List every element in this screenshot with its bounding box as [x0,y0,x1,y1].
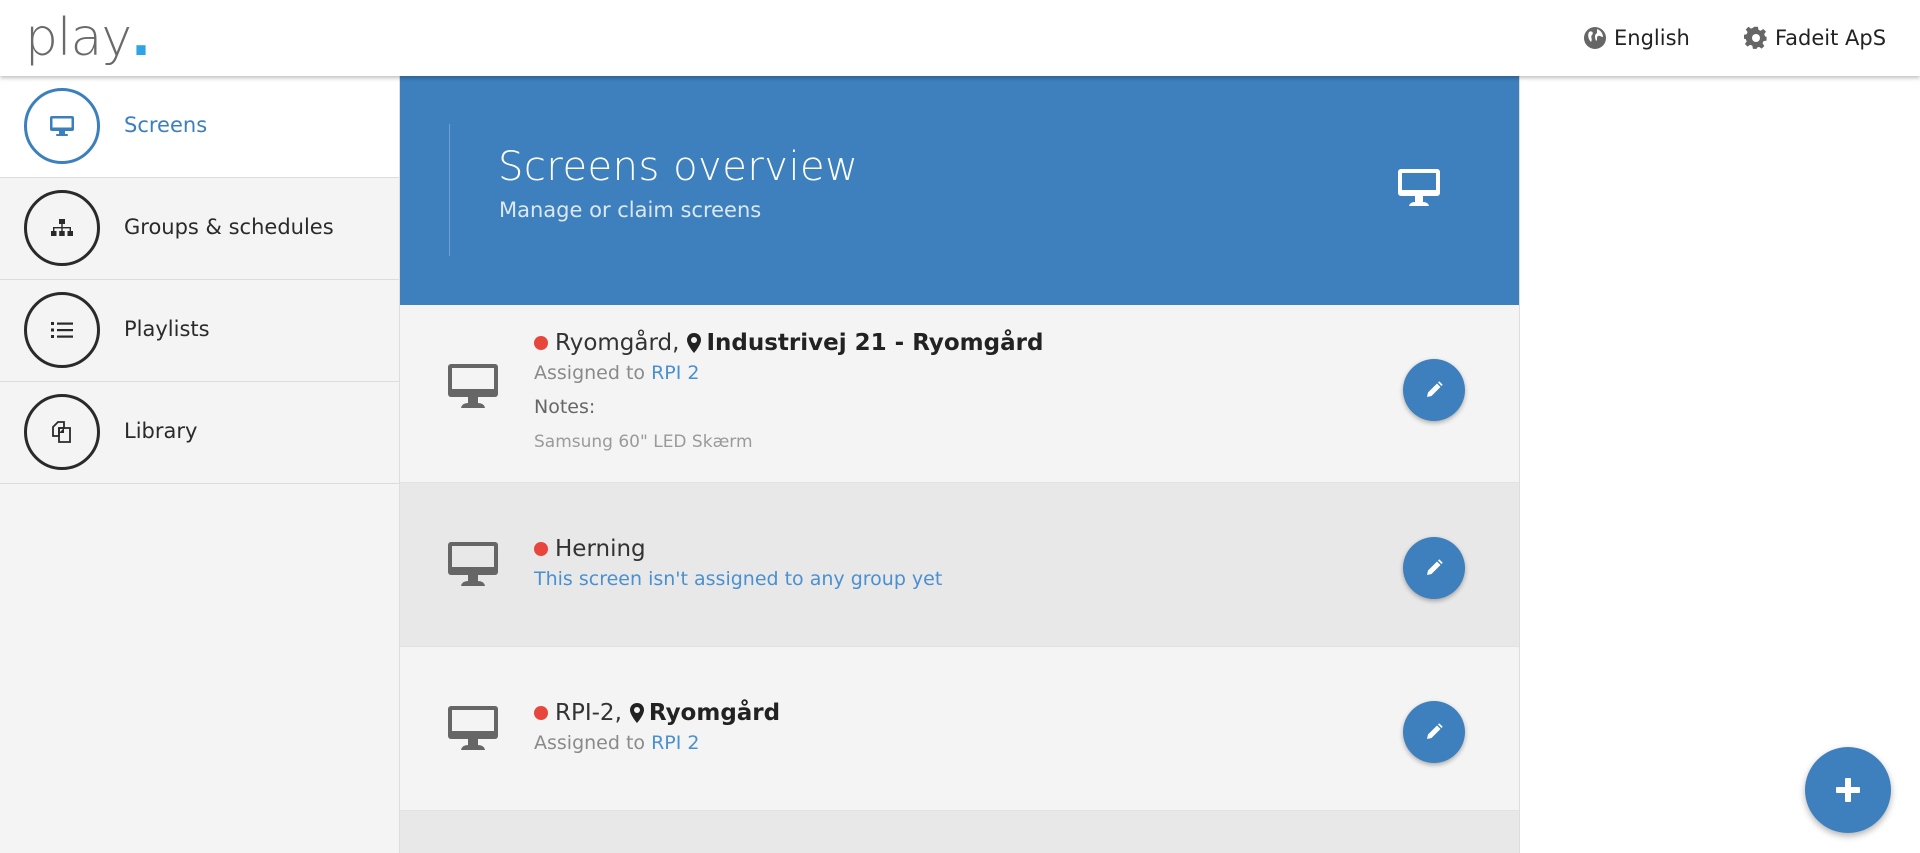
sidebar-icon-circle [24,394,100,470]
sidebar-item-label: Library [124,419,198,443]
assigned-prefix: Assigned to [534,362,646,384]
status-dot [534,706,548,720]
sidebar-item-library[interactable]: Library [0,382,399,484]
page-header: Screens overview Manage or claim screens [400,76,1519,305]
account-label: Fadeit ApS [1775,26,1887,50]
screen-row[interactable]: Herning This screen isn't assigned to an… [400,483,1519,647]
logo[interactable]: play. [25,8,151,68]
edit-screen-button[interactable] [1403,359,1465,421]
group-link[interactable]: RPI 2 [651,362,699,384]
assignment-info: Assigned to RPI 2 [534,362,1043,388]
screen-location: Ryomgård [648,700,781,726]
pencil-icon [1427,723,1443,739]
pencil-icon [1427,559,1443,575]
sidebar-icon-circle [24,88,100,164]
screen-name: Ryomgård, [555,330,680,356]
screen-details: Herning This screen isn't assigned to an… [534,533,942,590]
monitor-icon [1398,169,1440,206]
logo-text: play [25,8,132,68]
sidebar-item-label: Screens [124,113,208,137]
screen-location: Industrivej 21 - Ryomgård [706,330,1044,356]
sidebar-icon-circle [24,292,100,368]
page-subtitle: Manage or claim screens [499,198,762,222]
assignment-info: Assigned to RPI 2 [534,732,780,758]
pencil-icon [1427,381,1443,397]
monitor-icon [448,706,498,750]
screen-title: RPI-2, Ryomgård [534,697,780,729]
language-selector[interactable]: English [1583,24,1690,52]
map-marker-icon [629,703,644,723]
screen-row[interactable]: RPI-2, Ryomgård Assigned to RPI 2 [400,647,1519,811]
status-dot [534,542,548,556]
sidebar-item-screens[interactable]: Screens [0,76,399,178]
screen-name: RPI-2, [555,700,622,726]
edit-screen-button[interactable] [1403,701,1465,763]
screen-details: RPI-2, Ryomgård Assigned to RPI 2 [534,697,780,758]
sidebar-item-playlists[interactable]: Playlists [0,280,399,382]
plus-icon [1836,778,1860,802]
group-link[interactable]: RPI 2 [651,732,699,754]
assigned-prefix: Assigned to [534,732,646,754]
gear-icon [1744,26,1767,49]
add-screen-button[interactable] [1805,747,1891,833]
screen-name: Herning [555,536,646,562]
main-content: Screens overview Manage or claim screens… [400,76,1520,853]
page-title: Screens overview [498,144,859,190]
monitor-icon [448,364,498,408]
language-label: English [1614,26,1690,50]
sidebar-item-groups[interactable]: Groups & schedules [0,178,399,280]
sidebar-item-label: Playlists [124,317,210,341]
status-dot [534,336,548,350]
header-divider [449,124,450,256]
sidebar-item-label: Groups & schedules [124,215,334,239]
screen-title: Ryomgård, Industrivej 21 - Ryomgård [534,327,1043,359]
sitemap-icon [51,219,73,236]
sidebar: Screens Groups & schedules Playlists Lib… [0,76,400,853]
globe-icon [1584,27,1606,49]
monitor-icon [50,116,74,136]
edit-screen-button[interactable] [1403,537,1465,599]
screen-title: Herning [534,533,942,565]
screen-row[interactable]: Ryomgård, Industrivej 21 - Ryomgård Assi… [400,305,1519,483]
notes-text: Samsung 60" LED Skærm [534,432,753,452]
top-bar: play. English Fadeit ApS [0,0,1920,76]
notes-label: Notes: [534,396,596,418]
sidebar-icon-circle [24,190,100,266]
list-icon [51,322,73,338]
map-marker-icon [687,333,702,353]
monitor-icon [448,542,498,586]
unassigned-text[interactable]: This screen isn't assigned to any group … [534,568,942,590]
screen-details: Ryomgård, Industrivej 21 - Ryomgård Assi… [534,327,1043,452]
screen-row[interactable] [400,811,1519,853]
logo-dot: . [131,8,151,68]
account-menu[interactable]: Fadeit ApS [1744,24,1886,52]
copy-icon [52,421,71,443]
